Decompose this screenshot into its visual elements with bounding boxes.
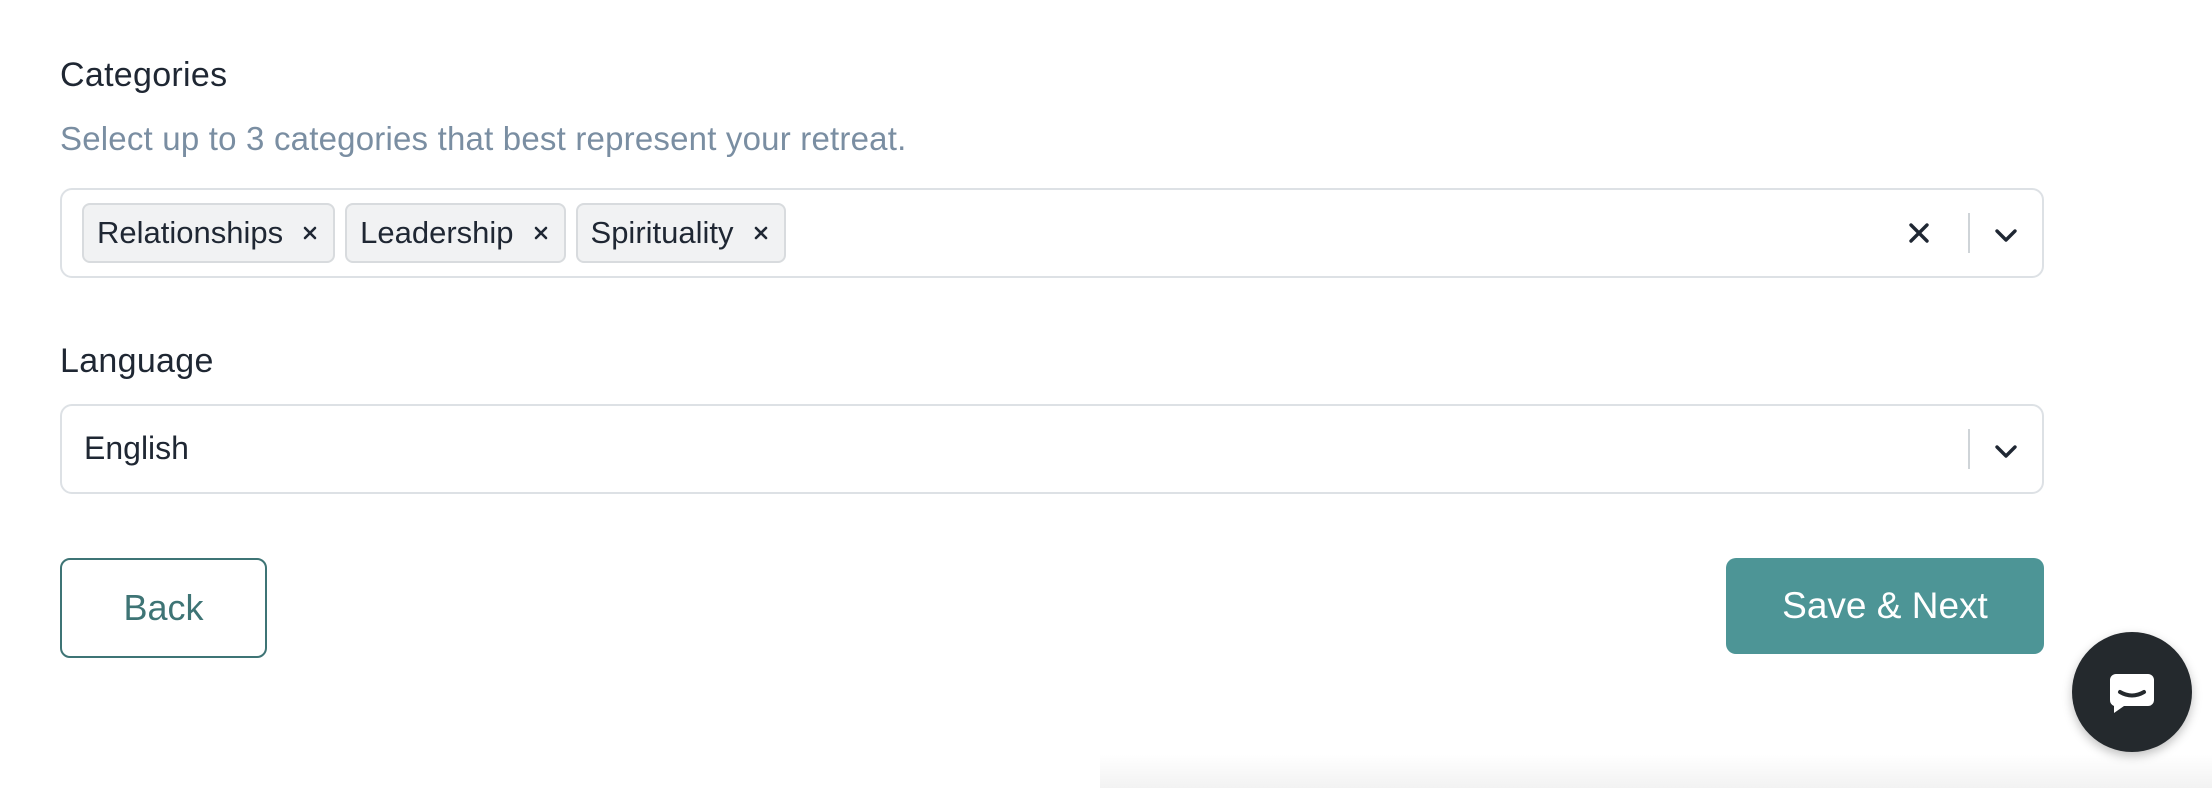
back-button[interactable]: Back (60, 558, 267, 658)
close-icon (534, 226, 547, 240)
language-selected-value: English (84, 430, 189, 466)
categories-dropdown-toggle[interactable] (1990, 219, 2022, 251)
remove-chip-relationships-button[interactable] (299, 222, 321, 244)
language-dropdown-toggle[interactable] (1990, 435, 2022, 467)
close-icon (1909, 223, 1929, 243)
category-chip-relationships: Relationships (82, 203, 336, 263)
close-icon (754, 226, 767, 240)
chevron-down-icon (1995, 445, 2017, 458)
chip-label: Leadership (360, 215, 514, 250)
chat-launcher-button[interactable] (2072, 632, 2192, 752)
chip-label: Relationships (97, 215, 284, 250)
clear-all-categories-button[interactable] (1905, 219, 1933, 247)
remove-chip-spirituality-button[interactable] (750, 222, 772, 244)
category-chip-leadership: Leadership (345, 203, 566, 263)
close-icon (303, 226, 317, 240)
language-label: Language (60, 342, 214, 380)
category-chip-spirituality: Spirituality (575, 203, 786, 263)
language-select[interactable]: English (60, 404, 2044, 494)
save-and-next-button[interactable]: Save & Next (1726, 558, 2044, 654)
select-divider (1968, 213, 1970, 253)
categories-multiselect[interactable]: Relationships Leadership Spirituality (60, 188, 2044, 278)
chat-bubble-icon (2109, 674, 2154, 713)
select-divider (1968, 429, 1970, 469)
categories-label: Categories (60, 56, 228, 94)
selected-categories: Relationships Leadership Spirituality (82, 203, 786, 263)
categories-helper-text: Select up to 3 categories that best repr… (60, 120, 907, 157)
chip-label: Spirituality (590, 215, 734, 250)
remove-chip-leadership-button[interactable] (530, 222, 552, 244)
chevron-down-icon (1995, 229, 2017, 242)
page-bottom-shadow (1100, 754, 2212, 788)
